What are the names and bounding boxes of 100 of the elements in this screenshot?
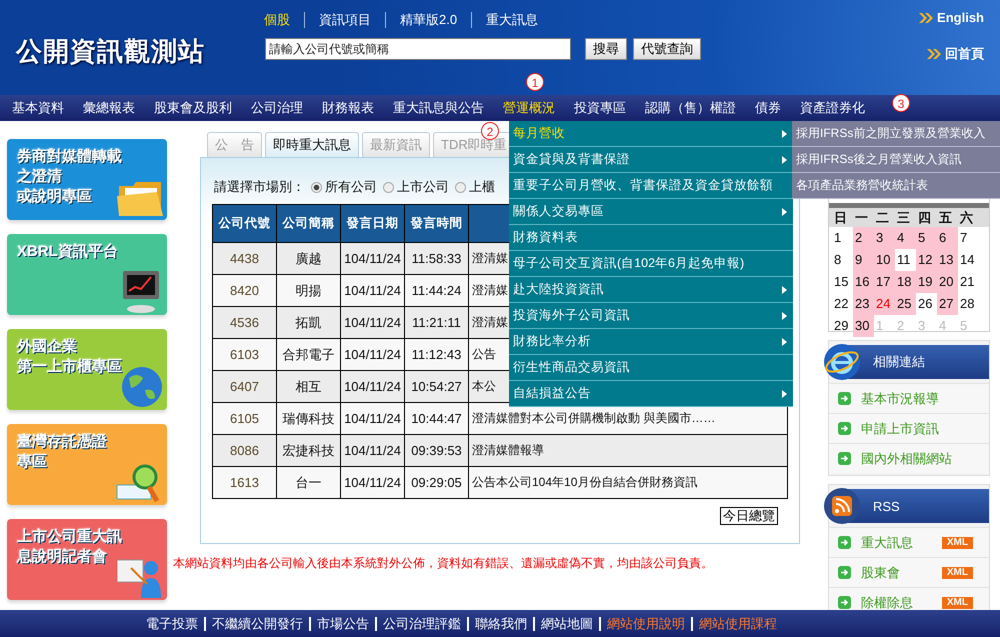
footer-link[interactable]: 不繼續公開發行 [206,616,311,630]
nav-item[interactable]: 基本資料 [12,99,64,117]
calendar-day[interactable]: 30 [853,315,874,337]
arrow-icon [838,422,851,435]
menu-item[interactable]: 自結損益公告 [509,381,793,407]
tab[interactable]: 即時重大訊息 [265,132,359,157]
calendar-day[interactable]: 10 [874,249,895,271]
nav-item[interactable]: 資產證券化 [800,99,865,117]
step-marker: 2 [481,122,499,140]
calendar-day[interactable]: 1 [832,227,853,249]
calendar-day[interactable]: 3 [874,227,895,249]
calendar-day[interactable]: 6 [937,227,958,249]
top-link[interactable]: 精華版2.0 [386,12,472,28]
table-cell: 104/11/24 [340,434,404,466]
radio-label: 所有公司 [325,178,377,196]
calendar-day[interactable]: 27 [937,293,958,315]
calendar-day[interactable]: 13 [937,249,958,271]
menu-item[interactable]: 關係人交易專區 [509,199,793,225]
search-field[interactable]: 請輸入公司代號或簡稱 [265,38,571,60]
calendar-day[interactable]: 22 [832,293,853,315]
calendar-day[interactable]: 11 [895,249,916,271]
column-header: 公司代號 [212,204,276,242]
nav-item[interactable]: 公司治理 [251,99,303,117]
footer-link[interactable]: 市場公告 [311,616,377,630]
globe-icon [121,366,163,408]
radio-button[interactable] [311,182,322,192]
chevron-icon [919,12,934,22]
nav-item[interactable]: 股東會及股利 [154,99,232,117]
search-button[interactable]: 搜尋 [585,38,627,60]
header-link[interactable]: English [937,10,984,25]
nav-item[interactable]: 彙總報表 [83,99,135,117]
footer-link[interactable]: 公司治理評鑑 [377,616,469,630]
calendar-day[interactable]: 21 [958,271,979,293]
calendar-day[interactable]: 25 [895,293,916,315]
calendar-day[interactable]: 12 [916,249,937,271]
search-button[interactable]: 代號查詢 [633,38,701,60]
calendar-day[interactable]: 23 [853,293,874,315]
radio-label: 上市公司 [397,178,449,196]
menu-item-label: 重要子公司月營收、背書保證及資金貸放餘額 [513,177,773,194]
table-cell: 明揚 [276,274,340,306]
calendar-day[interactable]: 2 [853,227,874,249]
nav-item[interactable]: 重大訊息與公告 [393,99,484,117]
menu-item[interactable]: 投資海外子公司資訊 [509,303,793,329]
calendar-day[interactable]: 9 [853,249,874,271]
header-link[interactable]: 回首頁 [945,45,984,63]
footer-link[interactable]: 網站使用課程 [693,616,783,630]
menu-item[interactable]: 母子公司交互資訊(自102年6月起免申報) [509,251,793,277]
chevron-icon [927,49,941,59]
nav-item[interactable]: 營運概況 [503,99,555,117]
submenu-item[interactable]: 採用IFRSs後之月營業收入資訊 [792,147,1000,173]
promo-banner[interactable]: 券商對媒體轉載 之澄清 或說明專區 [7,139,167,220]
nav-item[interactable]: 債券 [755,99,781,117]
table-cell: 104/11/24 [340,242,404,274]
calendar-day[interactable]: 19 [916,271,937,293]
footer-link[interactable]: 電子投票 [140,616,206,630]
calendar-day[interactable]: 28 [958,293,979,315]
table-cell: 09:29:05 [404,466,468,498]
menu-item[interactable]: 赴大陸投資資訊 [509,277,793,303]
banner-text: 息說明記者會 [17,547,108,567]
arrow-icon [838,392,851,405]
site-logo[interactable]: 公開資訊觀測站 [0,0,245,95]
calendar-day[interactable]: 20 [937,271,958,293]
banner-text: 上市公司重大訊 [17,527,122,547]
top-link[interactable]: 個股 [245,12,305,28]
menu-item[interactable]: 財務資料表 [509,225,793,251]
column-header: 發言日期 [340,204,404,242]
calendar-day[interactable]: 26 [916,293,937,315]
arrow-icon [838,452,851,465]
calendar-day[interactable]: 8 [832,249,853,271]
footer-link[interactable]: 網站地圖 [535,616,601,630]
calendar-day[interactable]: 5 [916,227,937,249]
submenu-item[interactable]: 採用IFRSs前之開立發票及營業收入 [792,121,1000,147]
calendar-day[interactable]: 29 [832,315,853,337]
calendar-day[interactable]: 7 [958,227,979,249]
footer-link[interactable]: 網站使用說明 [601,616,693,630]
table-cell: 相互 [276,370,340,402]
submenu-item[interactable]: 各項產品業務營收統計表 [792,173,1000,199]
weekday-label: 一 [855,208,869,226]
radio-button[interactable] [455,182,466,192]
table-cell: 11:58:33 [404,242,468,274]
nav-item[interactable]: 投資專區 [574,99,626,117]
footer-link[interactable]: 聯絡我們 [469,616,535,630]
weekday-label: 四 [918,208,932,226]
top-link[interactable]: 資訊項目 [305,12,386,28]
menu-item[interactable]: 財務比率分析 [509,329,793,355]
calendar-day[interactable]: 17 [874,271,895,293]
menu-item[interactable]: 衍生性商品交易資訊 [509,355,793,381]
calendar-day[interactable]: 15 [832,271,853,293]
nav-item[interactable]: 財務報表 [322,99,374,117]
calendar-day[interactable]: 14 [958,249,979,271]
overview-button[interactable]: 今日總覽 [720,507,778,525]
top-link[interactable]: 重大訊息 [472,12,552,28]
calendar-day[interactable]: 16 [853,271,874,293]
radio-label: 上櫃 [469,178,495,196]
menu-item-label: 投資海外子公司資訊 [513,307,630,324]
radio-button[interactable] [383,182,394,192]
calendar-day[interactable]: 18 [895,271,916,293]
calendar-day[interactable]: 4 [895,227,916,249]
banner-text: 專區 [17,452,48,472]
nav-item[interactable]: 認購（售）權證 [645,99,736,117]
